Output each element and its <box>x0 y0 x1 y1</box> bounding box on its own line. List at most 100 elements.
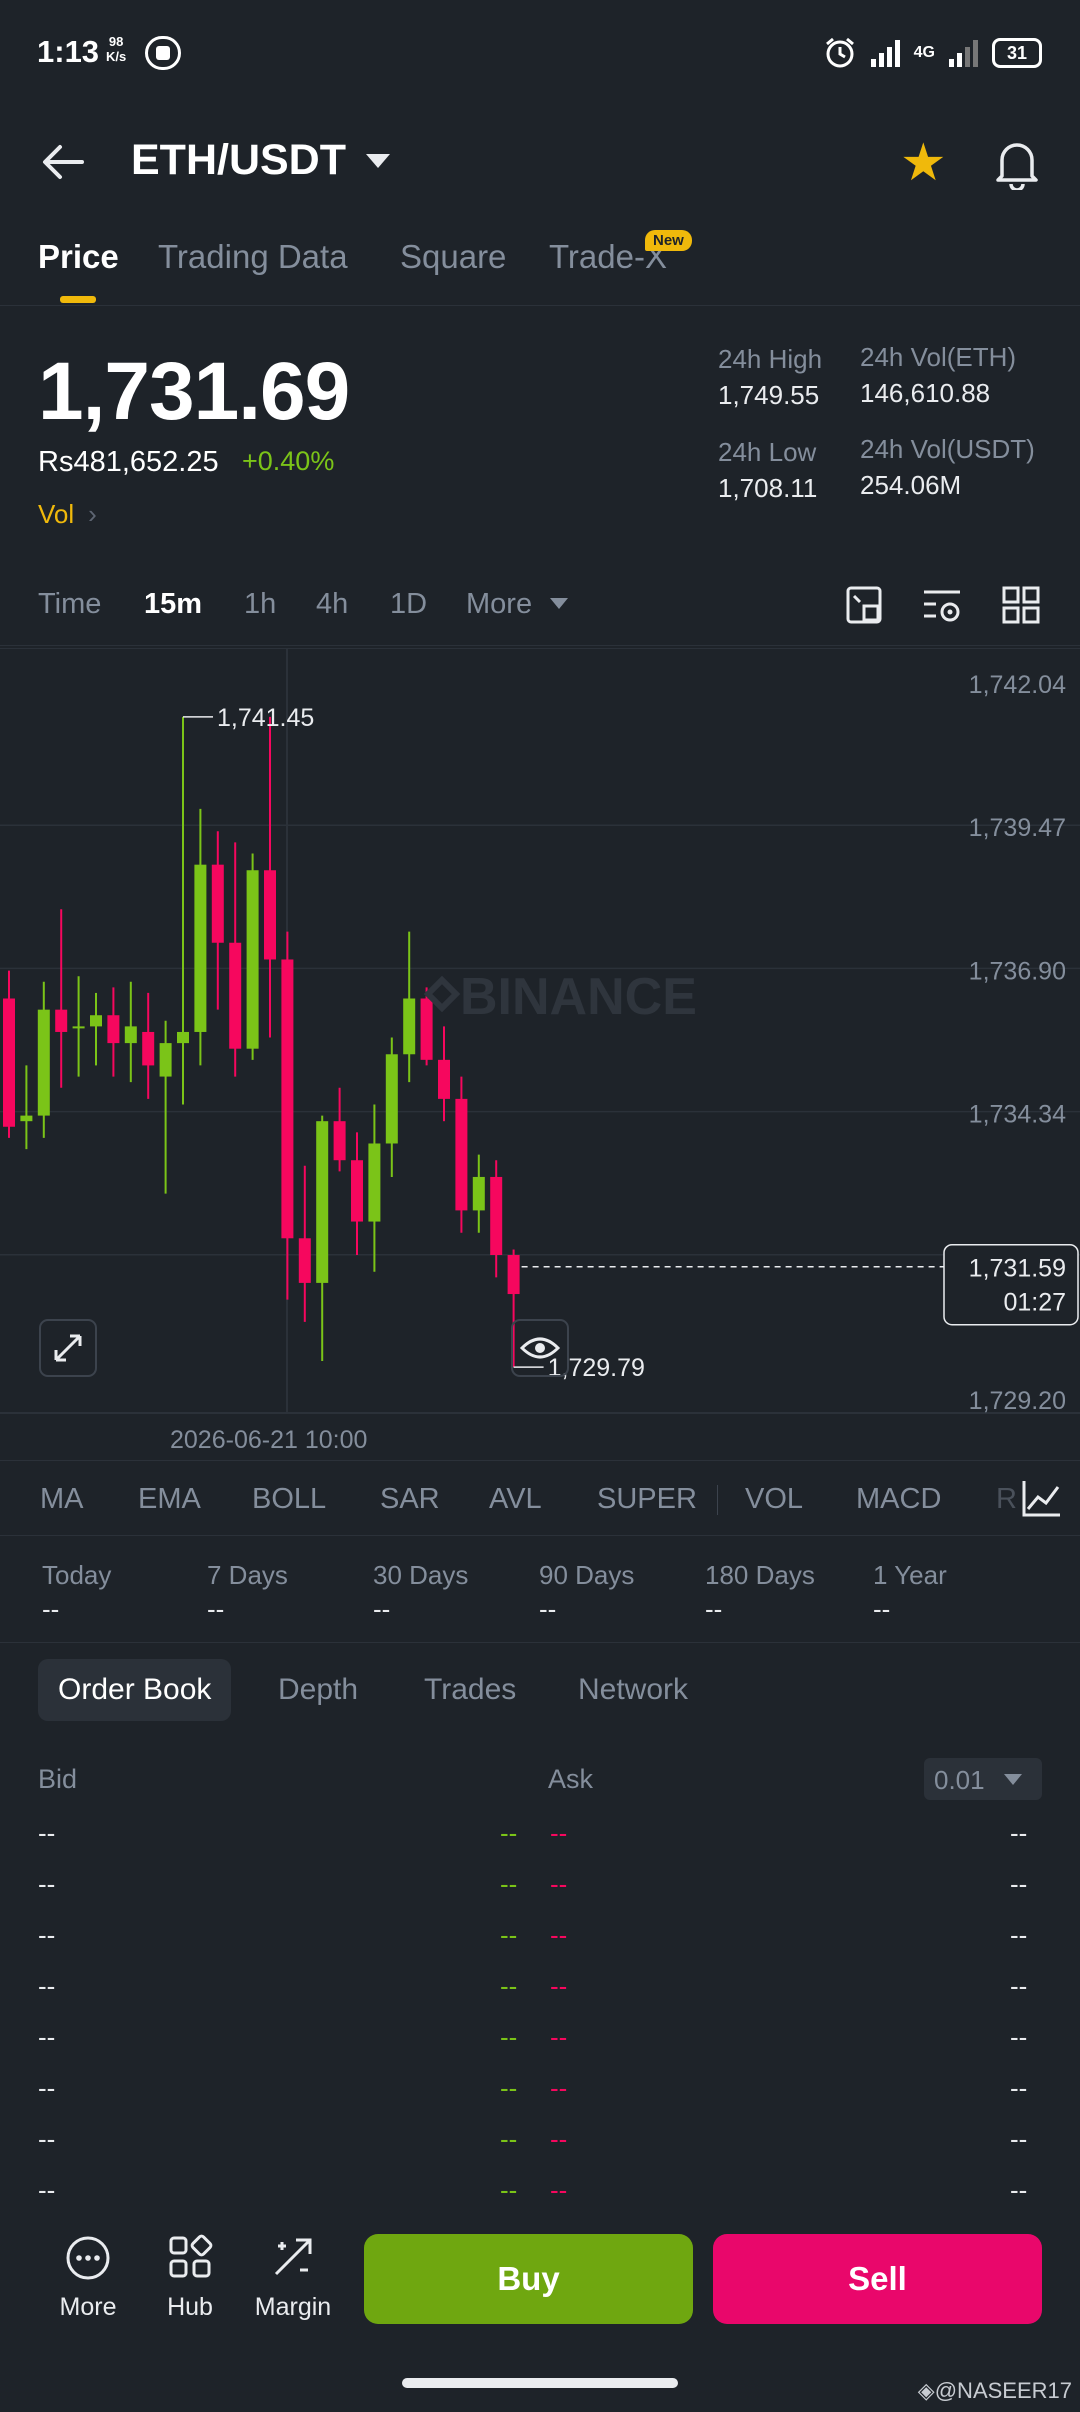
vol-eth-value: 146,610.88 <box>860 378 991 408</box>
ask-qty: -- <box>1010 2175 1028 2205</box>
header: ETH/USDT ★ <box>0 120 1080 206</box>
candle-body <box>455 1098 468 1211</box>
favorite-star-icon[interactable]: ★ <box>900 137 947 189</box>
bid-qty: -- <box>38 1818 56 1848</box>
ask-price: -- <box>550 1818 568 1848</box>
perf-value-1y: -- <box>873 1594 891 1624</box>
hub-button[interactable]: Hub <box>158 2234 222 2322</box>
high-label: 24h High <box>718 344 823 374</box>
candle-body <box>159 1043 172 1077</box>
network-speed: 98 K/s <box>106 34 127 64</box>
status-bar: 1:13 98 K/s 4G 31 <box>0 0 1080 106</box>
bid-price: -- <box>500 2124 518 2154</box>
tab-trading-data[interactable]: Trading Data <box>158 238 348 276</box>
more-dots-icon <box>66 2236 110 2280</box>
hub-grid-icon <box>169 2234 213 2278</box>
ask-qty: -- <box>1010 2124 1028 2154</box>
interval-more[interactable]: More <box>466 588 532 621</box>
tab-depth[interactable]: Depth <box>278 1673 358 1707</box>
data-saver-icon <box>145 36 181 70</box>
perf-label-1y: 1 Year <box>873 1560 947 1590</box>
candle-body <box>490 1176 503 1256</box>
precision-select[interactable]: 0.01 <box>924 1758 1042 1800</box>
candle-body <box>37 1009 50 1116</box>
interval-bar: Time 15m 1h 4h 1D More <box>0 580 1080 646</box>
ask-qty: -- <box>1010 1920 1028 1950</box>
chevron-right-icon: › <box>88 499 97 529</box>
ask-qty: -- <box>1010 1869 1028 1899</box>
vol-link[interactable]: Vol › <box>38 499 97 530</box>
pair-selector[interactable]: ETH/USDT <box>131 136 346 185</box>
low-label: 24h Low <box>718 437 817 467</box>
network-type: 4G <box>913 44 935 61</box>
bid-qty: -- <box>38 1920 56 1950</box>
candle-body <box>3 998 15 1127</box>
bid-price: -- <box>500 1920 518 1950</box>
top-tabs: Price Trading Data Square Trade-X New <box>0 230 1080 306</box>
indicator-ma[interactable]: MA <box>40 1483 84 1516</box>
indicator-macd[interactable]: MACD <box>856 1483 941 1516</box>
candle-body <box>90 1015 102 1027</box>
tab-order-book[interactable]: Order Book <box>38 1659 232 1721</box>
back-arrow-icon[interactable] <box>40 142 84 182</box>
interval-15m[interactable]: 15m <box>144 588 202 621</box>
alarm-icon <box>825 37 854 68</box>
candlestick-chart[interactable]: BINANCE 1,742.04 1,739.47 1,736.90 1,734.34… <box>0 648 1080 1458</box>
bid-qty: -- <box>38 1971 56 2001</box>
indicator-settings-icon[interactable] <box>922 588 962 624</box>
candle-body <box>177 1031 189 1044</box>
indicator-boll[interactable]: BOLL <box>252 1483 326 1516</box>
y-tick-label: 1,739.47 <box>969 814 1066 842</box>
indicator-r[interactable]: R <box>996 1483 1017 1516</box>
indicator-chart-icon[interactable] <box>1020 1479 1064 1519</box>
candle-body <box>385 1054 398 1144</box>
candle-body <box>507 1255 520 1295</box>
bell-icon[interactable] <box>992 136 1042 190</box>
tab-trades[interactable]: Trades <box>424 1673 516 1707</box>
low-marker-label: 1,729.79 <box>548 1354 645 1382</box>
high-marker-label: 1,741.45 <box>217 704 314 732</box>
candle-body <box>403 998 416 1055</box>
signal-icon <box>870 39 900 67</box>
ask-price: -- <box>550 2175 568 2205</box>
interval-time[interactable]: Time <box>38 588 101 621</box>
binance-logo-icon: ◈ <box>917 2378 935 2403</box>
chart-settings-icon[interactable] <box>846 586 882 624</box>
chart-grid <box>0 648 1080 1414</box>
margin-button[interactable]: Margin <box>250 2234 336 2322</box>
chevron-down-icon[interactable] <box>550 598 568 609</box>
indicator-avl[interactable]: AVL <box>489 1483 542 1516</box>
expand-chart-button[interactable] <box>39 1319 97 1377</box>
grid-layout-icon[interactable] <box>1002 586 1040 624</box>
indicator-super[interactable]: SUPER <box>597 1483 697 1516</box>
interval-4h[interactable]: 4h <box>316 588 348 621</box>
buy-button[interactable]: Buy <box>364 2234 693 2324</box>
vol-usdt-value: 254.06M <box>860 470 962 500</box>
margin-icon <box>274 2238 312 2276</box>
tab-square[interactable]: Square <box>400 238 506 276</box>
ask-price: -- <box>550 2022 568 2052</box>
more-button[interactable]: More <box>52 2234 124 2322</box>
candle-body <box>229 942 242 1049</box>
candle-body <box>142 1031 155 1066</box>
chevron-down-icon[interactable] <box>366 154 390 168</box>
candle-body <box>298 1238 311 1283</box>
high-value: 1,749.55 <box>718 380 820 410</box>
indicator-ema[interactable]: EMA <box>138 1483 201 1516</box>
interval-1d[interactable]: 1D <box>390 588 427 621</box>
bid-label: Bid <box>38 1764 78 1794</box>
ask-price: -- <box>550 1920 568 1950</box>
perf-label-180d: 180 Days <box>705 1560 815 1590</box>
indicator-vol[interactable]: VOL <box>745 1483 803 1516</box>
tab-network[interactable]: Network <box>578 1673 688 1707</box>
bid-price: -- <box>500 1818 518 1848</box>
ask-qty: -- <box>1010 2022 1028 2052</box>
tab-price[interactable]: Price <box>38 238 119 276</box>
home-indicator[interactable] <box>402 2378 678 2388</box>
indicator-sar[interactable]: SAR <box>380 1483 440 1516</box>
current-price-label: 1,731.59 <box>969 1255 1066 1283</box>
interval-1h[interactable]: 1h <box>244 588 276 621</box>
sell-button[interactable]: Sell <box>713 2234 1042 2324</box>
bid-qty: -- <box>38 2022 56 2052</box>
candle-body <box>316 1121 329 1283</box>
